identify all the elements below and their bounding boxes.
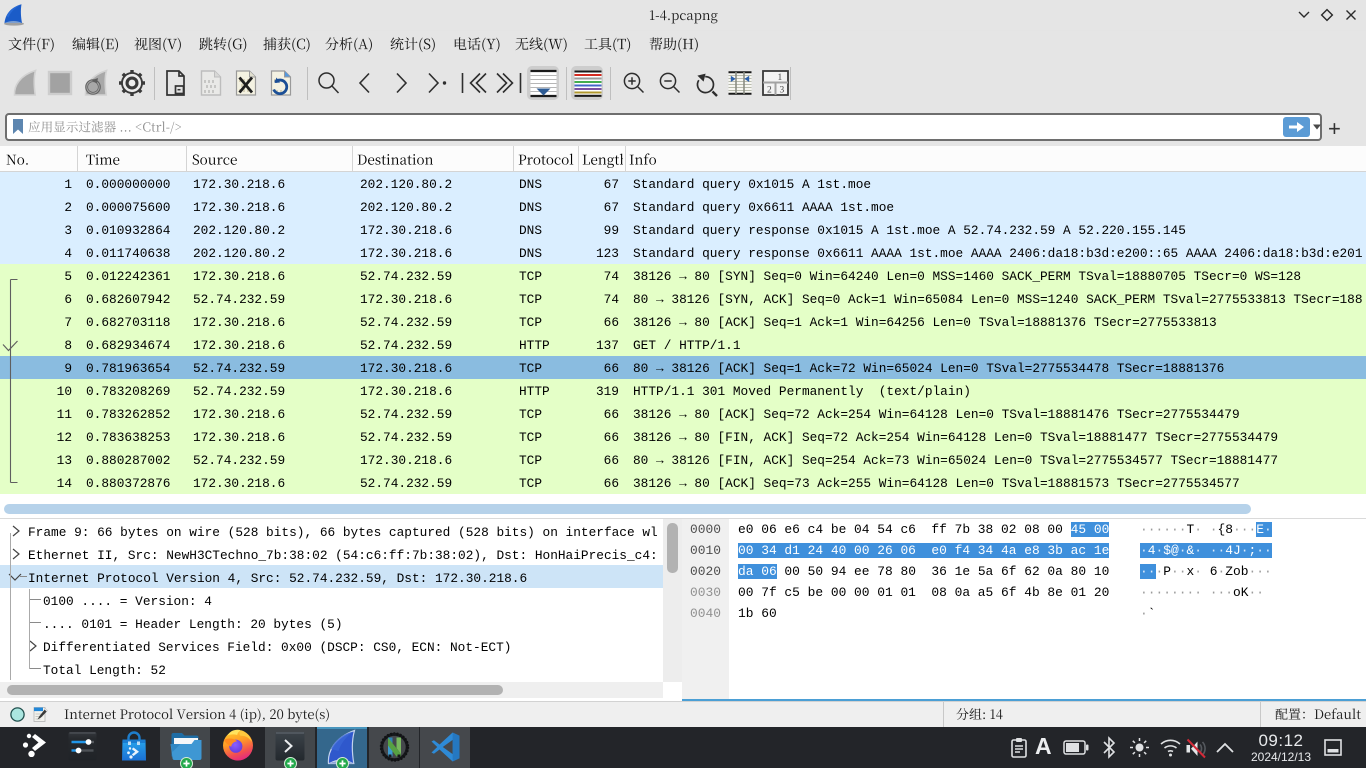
svg-text:3: 3 <box>780 86 785 96</box>
svg-text:1: 1 <box>778 73 783 83</box>
svg-text:2: 2 <box>767 86 772 96</box>
